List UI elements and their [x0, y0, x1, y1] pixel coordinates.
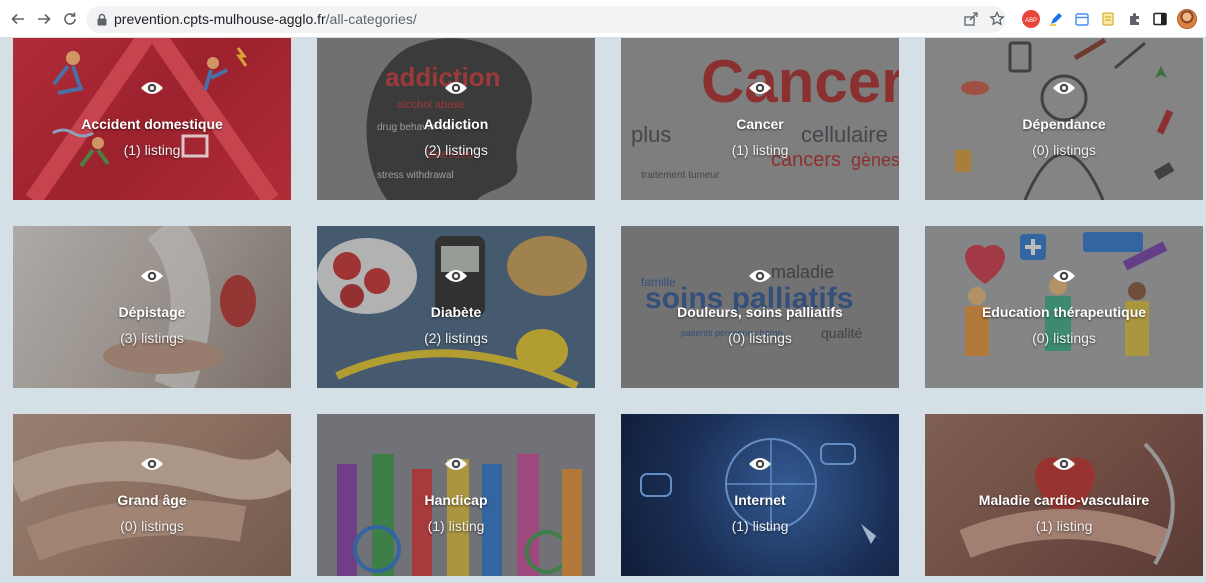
pen-extension-icon[interactable] [1047, 10, 1065, 28]
category-title: Diabète [430, 304, 482, 320]
adblock-icon[interactable]: ABP [1022, 10, 1040, 28]
category-card-accident-domestique[interactable]: Accident domestique (1) listing [13, 38, 291, 200]
category-card-maladie-cardio-vasculaire[interactable]: Maladie cardio-vasculaire (1) listing [925, 414, 1203, 576]
category-card-handicap[interactable]: Handicap (1) listing [317, 414, 595, 576]
category-title: Douleurs, soins palliatifs [677, 304, 843, 320]
eye-icon [140, 268, 164, 284]
listing-count: (1) listing [427, 518, 485, 534]
listing-count: (3) listings [120, 330, 184, 346]
notes-extension-icon[interactable] [1099, 10, 1117, 28]
category-card-education-therapeutique[interactable]: Education thérapeutique (0) listings [925, 226, 1203, 388]
side-panel-icon[interactable] [1151, 10, 1169, 28]
listing-count: (1) listing [123, 142, 181, 158]
category-card-grand-age[interactable]: Grand âge (0) listings [13, 414, 291, 576]
eye-icon [1052, 80, 1076, 96]
category-card-dependance[interactable]: Dépendance (0) listings [925, 38, 1203, 200]
category-card-douleurs-soins-palliatifs[interactable]: soins palliatifs maladie famille qualité… [621, 226, 899, 388]
puzzle-extensions-icon[interactable] [1126, 10, 1144, 28]
category-title: Accident domestique [81, 116, 223, 132]
listing-count: (0) listings [120, 518, 184, 534]
share-icon[interactable] [962, 10, 980, 28]
category-title: Education thérapeutique [981, 304, 1147, 320]
eye-icon [444, 456, 468, 472]
browser-toolbar: prevention.cpts-mulhouse-agglo.fr/all-ca… [0, 0, 1206, 38]
url-domain: prevention.cpts-mulhouse-agglo.fr [114, 11, 326, 27]
url-text: prevention.cpts-mulhouse-agglo.fr/all-ca… [114, 11, 417, 27]
category-title: Dépendance [1022, 116, 1106, 132]
bookmark-star-icon[interactable] [988, 10, 1006, 28]
category-card-addiction[interactable]: addiction alcohol abuse drug behavior co… [317, 38, 595, 200]
category-card-internet[interactable]: Internet (1) listing [621, 414, 899, 576]
listing-count: (2) listings [424, 142, 488, 158]
category-title: Addiction [423, 116, 489, 132]
listing-count: (1) listing [731, 518, 789, 534]
eye-icon [140, 456, 164, 472]
eye-icon [444, 80, 468, 96]
category-card-depistage[interactable]: Dépistage (3) listings [13, 226, 291, 388]
listing-count: (0) listings [1032, 330, 1096, 346]
svg-text:ABP: ABP [1025, 18, 1037, 24]
address-bar[interactable]: prevention.cpts-mulhouse-agglo.fr/all-ca… [86, 6, 1006, 33]
category-title: Maladie cardio-vasculaire [978, 492, 1150, 508]
eye-icon [748, 456, 772, 472]
eye-icon [748, 80, 772, 96]
back-icon[interactable] [8, 9, 28, 29]
category-title: Grand âge [117, 492, 187, 508]
reload-icon[interactable] [60, 9, 80, 29]
listing-count: (2) listings [424, 330, 488, 346]
listing-count: (0) listings [728, 330, 792, 346]
lock-icon[interactable] [96, 13, 108, 26]
eye-icon [1052, 456, 1076, 472]
eye-icon [1052, 268, 1076, 284]
eye-icon [140, 80, 164, 96]
category-card-cancer[interactable]: Cancer plus cellulaire cancers gènes tra… [621, 38, 899, 200]
listing-count: (1) listing [1035, 518, 1093, 534]
profile-avatar[interactable] [1177, 9, 1197, 29]
url-path: /all-categories/ [325, 11, 417, 27]
listing-count: (1) listing [731, 142, 789, 158]
category-title: Cancer [736, 116, 784, 132]
category-title: Internet [734, 492, 786, 508]
calendar-extension-icon[interactable] [1073, 10, 1091, 28]
eye-icon [444, 268, 468, 284]
category-title: Handicap [424, 492, 488, 508]
forward-icon[interactable] [34, 9, 54, 29]
listing-count: (0) listings [1032, 142, 1096, 158]
category-card-diabete[interactable]: Diabète (2) listings [317, 226, 595, 388]
eye-icon [748, 268, 772, 284]
category-grid: Accident domestique (1) listing addictio… [0, 38, 1206, 583]
category-title: Dépistage [118, 304, 186, 320]
